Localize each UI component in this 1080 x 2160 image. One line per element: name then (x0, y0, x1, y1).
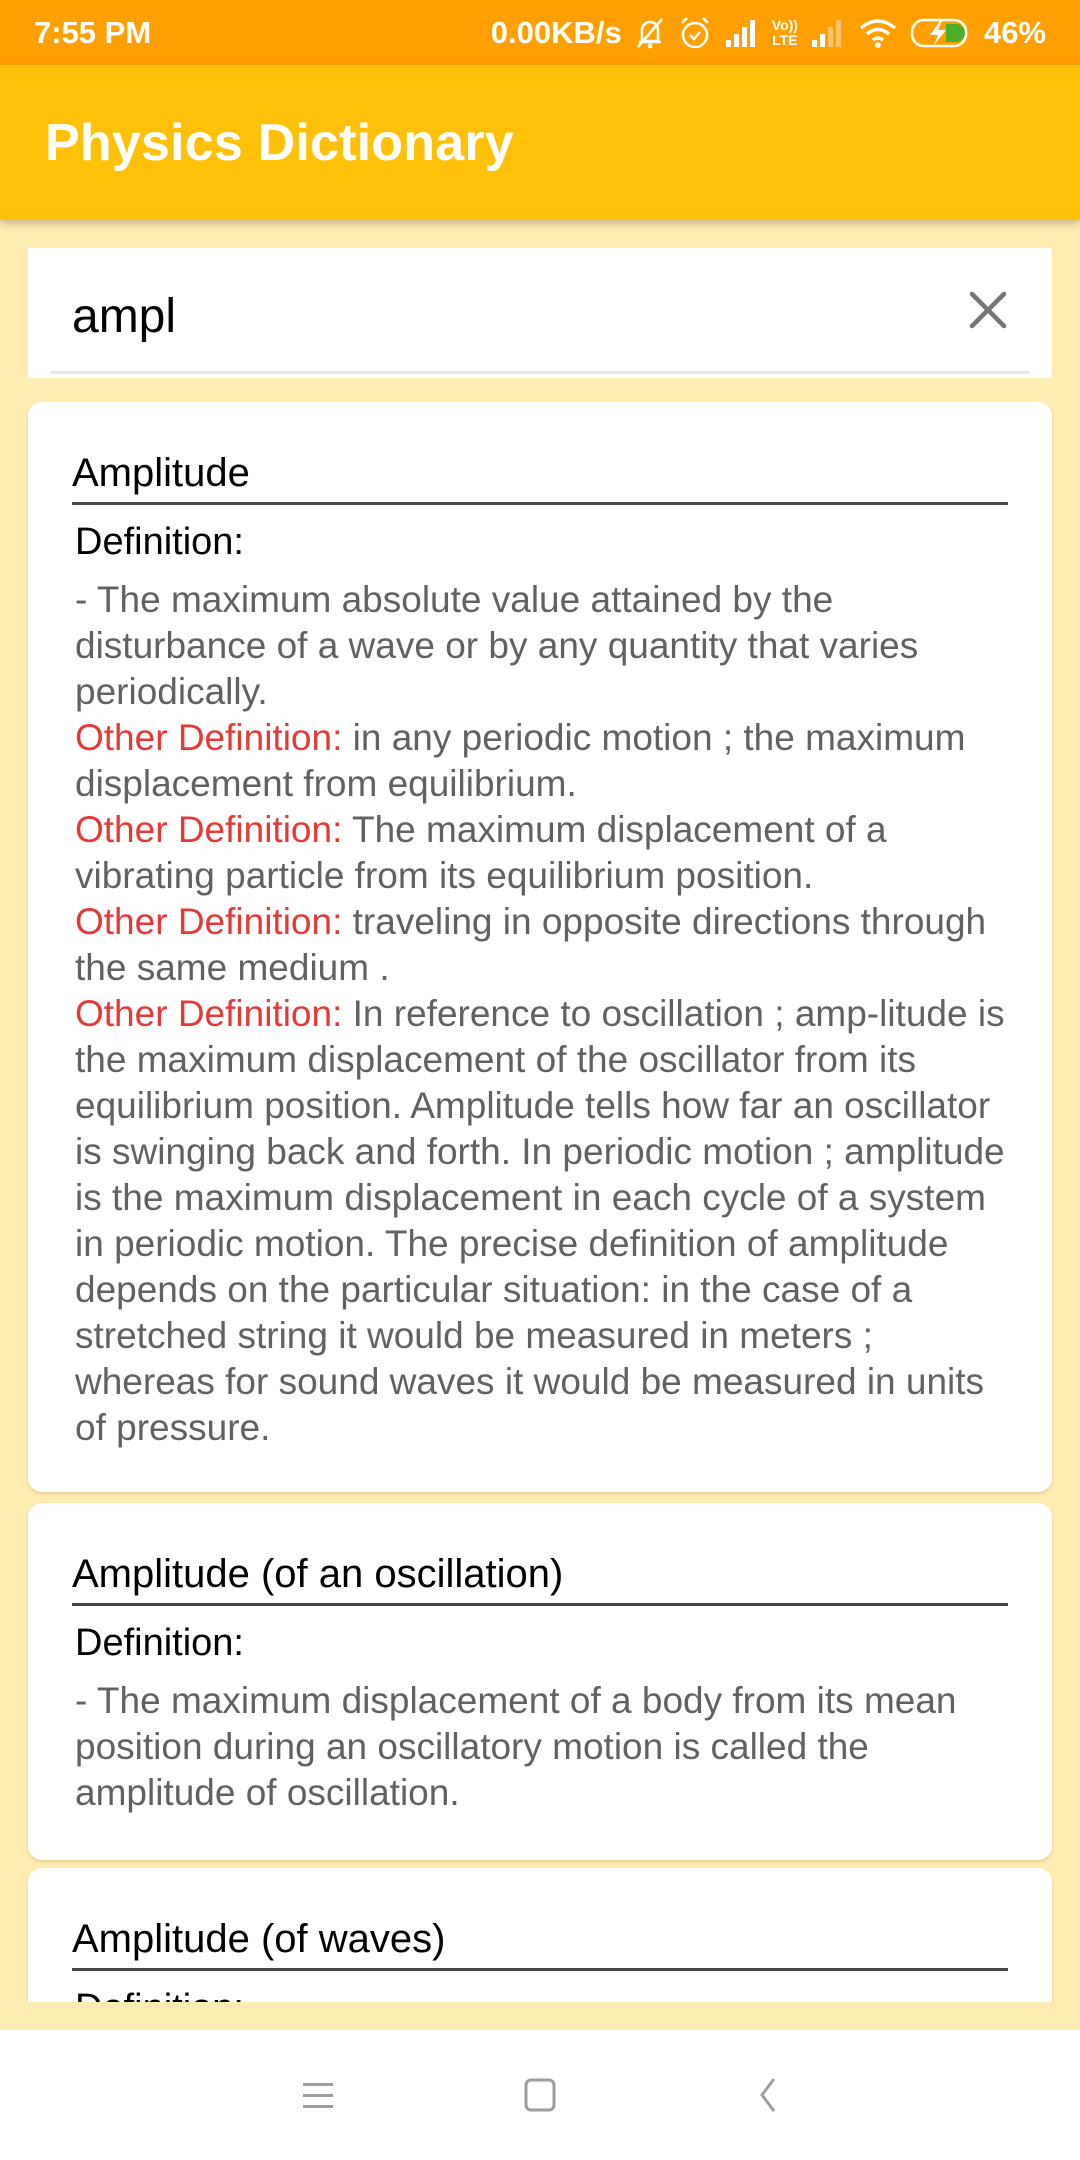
app-bar: Physics Dictionary (0, 65, 1080, 220)
result-card[interactable]: Amplitude (of an oscillation) Definition… (28, 1503, 1052, 1860)
back-icon (760, 2078, 776, 2112)
volte-icon: Vo)) LTE (771, 16, 798, 48)
menu-button[interactable] (288, 2070, 348, 2120)
bell-muted-icon (634, 15, 666, 51)
signal-icon (724, 18, 760, 48)
result-card[interactable]: Amplitude (of waves) Definition: (28, 1868, 1052, 2002)
definition-body: - The maximum displacement of a body fro… (75, 1678, 1008, 1816)
clear-search-button[interactable] (964, 286, 1012, 334)
definition-text: - The maximum absolute value attained by… (75, 579, 919, 712)
search-bar (28, 248, 1052, 378)
navigation-bar (0, 2030, 1080, 2160)
back-button[interactable] (738, 2070, 798, 2120)
definition-label: Definition: (75, 1622, 244, 1664)
other-definition-label: Other Definition: (75, 993, 343, 1034)
status-icons: 0.00KB/s Vo)) LTE 46% (491, 15, 1046, 51)
other-definition-label: Other Definition: (75, 717, 343, 758)
menu-icon (303, 2083, 333, 2108)
alarm-icon (678, 15, 712, 51)
other-definition: Other Definition: in any periodic motion… (75, 715, 1008, 807)
definition-text: - The maximum displacement of a body fro… (75, 1680, 957, 1813)
definition-body: - The maximum absolute value attained by… (75, 577, 1008, 1451)
close-icon (969, 291, 1007, 329)
term-title: Amplitude (of an oscillation) (72, 1551, 1008, 1606)
home-icon (524, 2078, 556, 2112)
home-button[interactable] (510, 2070, 570, 2120)
other-definition: Other Definition: traveling in opposite … (75, 899, 1008, 991)
definition-label: Definition: (75, 1985, 1008, 2002)
search-input[interactable] (72, 286, 872, 346)
other-definition-label: Other Definition: (75, 901, 343, 942)
other-definition-label: Other Definition: (75, 809, 343, 850)
app-title: Physics Dictionary (45, 113, 514, 172)
search-underline (50, 371, 1030, 374)
status-bar: 7:55 PM 0.00KB/s Vo)) LTE 46% (0, 0, 1080, 65)
other-definition-text: In reference to oscillation ; amp-litude… (75, 993, 1005, 1448)
status-time: 7:55 PM (34, 14, 152, 50)
term-title: Amplitude (of waves) (72, 1916, 1008, 1971)
signal-weak-icon (810, 18, 846, 48)
wifi-icon (858, 17, 898, 49)
term-title: Amplitude (72, 450, 1008, 505)
other-definition: Other Definition: In reference to oscill… (75, 991, 1008, 1451)
network-speed: 0.00KB/s (490, 14, 622, 50)
battery-charging-icon (910, 17, 972, 49)
definition-label: Definition: (75, 521, 244, 563)
battery-percent: 46% (983, 14, 1046, 50)
content-area: Amplitude Definition: - The maximum abso… (0, 220, 1080, 2002)
other-definition: Other Definition: The maximum displaceme… (75, 807, 1008, 899)
result-card[interactable]: Amplitude Definition: - The maximum abso… (28, 402, 1052, 1492)
